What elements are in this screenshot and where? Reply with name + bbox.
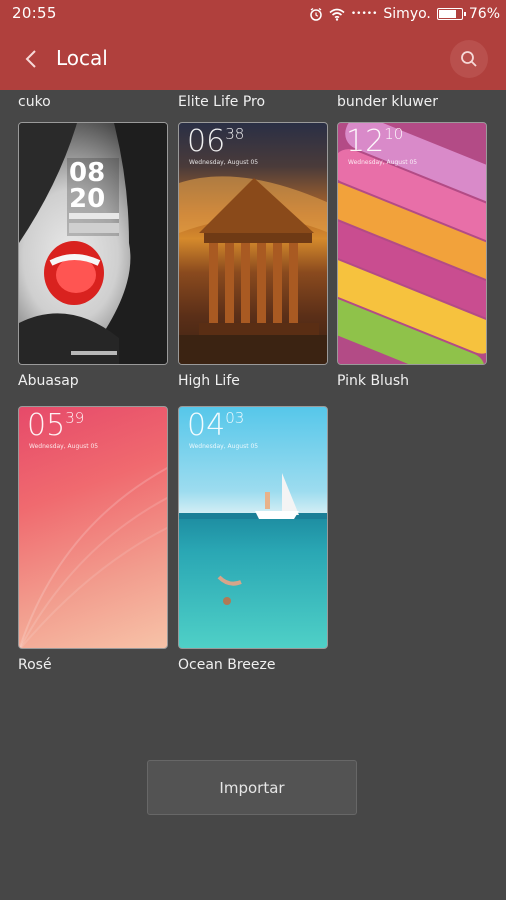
page-title: Local <box>56 46 108 70</box>
status-time: 20:55 <box>12 4 57 22</box>
lockscreen-clock: 0403 <box>187 408 245 443</box>
theme-card-rose[interactable]: 0539 Wednesday, August 05 <box>18 406 168 649</box>
theme-label-bunder-kluwer[interactable]: bunder kluwer <box>337 94 438 110</box>
wifi-icon <box>329 8 345 21</box>
lockscreen-date: Wednesday, August 05 <box>348 159 418 166</box>
lockscreen-clock: 1210 <box>346 124 404 159</box>
theme-name-pink-blush[interactable]: Pink Blush <box>337 373 409 389</box>
theme-label-cuko[interactable]: cuko <box>18 94 51 110</box>
app-header: Local <box>0 28 506 90</box>
svg-text:20: 20 <box>69 184 105 214</box>
theme-card-pink-blush[interactable]: 1210 Wednesday, August 05 <box>337 122 487 365</box>
back-button[interactable] <box>14 42 48 76</box>
battery-icon <box>436 8 466 20</box>
lockscreen-date: Wednesday, August 05 <box>29 443 99 450</box>
theme-name-high-life[interactable]: High Life <box>178 373 240 389</box>
status-bar: 20:55 ••••• Simyo. 76% <box>0 0 506 28</box>
status-icons: ••••• Simyo. 76% <box>309 4 500 24</box>
battery-percent: 76% <box>468 6 500 22</box>
lockscreen-date: Wednesday, August 05 <box>189 443 259 450</box>
search-button[interactable] <box>450 40 488 78</box>
theme-preview-image: 08 20 <box>19 123 167 364</box>
theme-card-abuasap[interactable]: 08 20 <box>18 122 168 365</box>
theme-name-abuasap[interactable]: Abuasap <box>18 373 79 389</box>
lockscreen-clock: 0539 <box>27 408 85 443</box>
theme-card-ocean-breeze[interactable]: 0403 Wednesday, August 05 <box>178 406 328 649</box>
lockscreen-clock: 0638 <box>187 124 245 159</box>
alarm-icon <box>310 7 322 21</box>
chevron-left-icon <box>25 50 36 68</box>
carrier-name: Simyo. <box>383 6 431 22</box>
theme-card-high-life[interactable]: 0638 Wednesday, August 05 <box>178 122 328 365</box>
theme-name-rose[interactable]: Rosé <box>18 657 52 673</box>
theme-name-ocean-breeze[interactable]: Ocean Breeze <box>178 657 275 673</box>
signal-dots: ••••• <box>350 9 378 19</box>
import-button[interactable]: Importar <box>147 760 357 815</box>
previous-row-labels: cuko Elite Life Pro bunder kluwer <box>0 92 506 114</box>
theme-label-elite-life-pro[interactable]: Elite Life Pro <box>178 94 265 110</box>
search-icon <box>461 51 477 67</box>
lockscreen-date: Wednesday, August 05 <box>189 159 259 166</box>
